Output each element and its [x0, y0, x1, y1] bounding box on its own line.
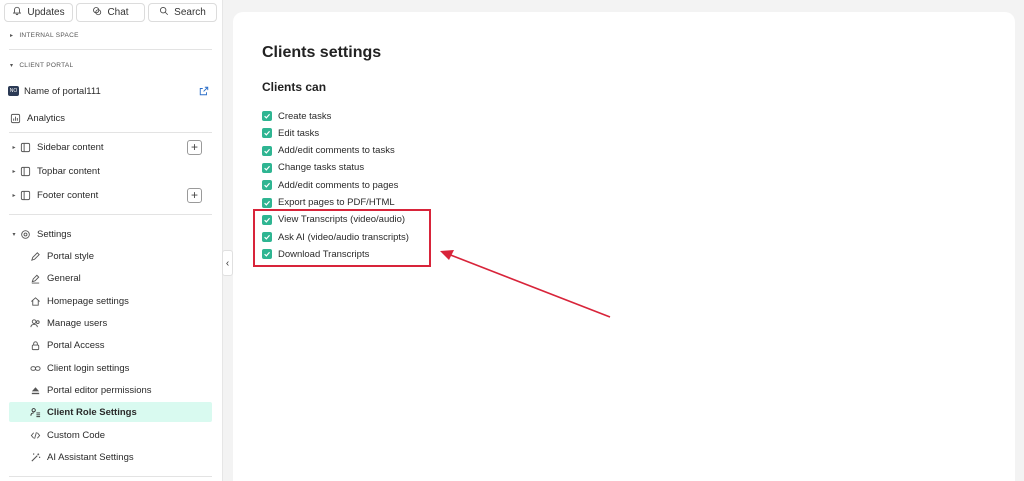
permission-checkbox-row[interactable]: Add/edit comments to tasks [262, 143, 395, 159]
sidebar-item-sidebar-content[interactable]: ▸ Sidebar content + [9, 137, 212, 157]
annotation-arrow-icon [440, 250, 611, 318]
lock-icon [29, 339, 41, 351]
internal-space-toggle[interactable]: ▸ INTERNAL SPACE [10, 32, 79, 39]
sidebar-item-label: Portal style [47, 250, 94, 262]
topbar-content-label: Topbar content [37, 165, 100, 177]
sidebar-item-ai-assistant-settings[interactable]: AI Assistant Settings [9, 447, 212, 467]
sidebar-item-label: Homepage settings [47, 295, 129, 307]
internal-space-label: INTERNAL SPACE [19, 32, 79, 39]
footer-content-label: Footer content [37, 189, 99, 201]
permission-label: Change tasks status [278, 162, 365, 174]
divider [9, 49, 212, 50]
divider [9, 132, 212, 133]
top-buttons: Updates Chat Search [4, 3, 217, 22]
add-footer-content-button[interactable]: + [187, 187, 202, 203]
sidebar: Updates Chat Search ▸ INTERNAL SPACE ▾ C… [0, 0, 223, 481]
permission-label: Edit tasks [278, 127, 320, 139]
user-roles-icon [29, 406, 41, 418]
client-portal-label: CLIENT PORTAL [19, 62, 74, 69]
caret-right-icon: ▸ [10, 33, 14, 39]
permission-label: Add/edit comments to pages [278, 179, 399, 191]
edit-icon [29, 272, 41, 284]
layout-icon [19, 165, 31, 177]
sidebar-item-general[interactable]: General [9, 268, 212, 288]
sidebar-content-label: Sidebar content [37, 141, 104, 153]
chat-button[interactable]: Chat [76, 3, 145, 22]
chevron-left-icon: ‹ [225, 257, 230, 269]
eject-icon [29, 384, 41, 396]
caret-right-icon: ▸ [12, 144, 16, 151]
caret-down-icon: ▾ [10, 63, 14, 69]
add-sidebar-content-button[interactable]: + [187, 139, 202, 155]
caret-right-icon: ▸ [12, 192, 16, 199]
sidebar-item-label: General [47, 272, 81, 284]
code-icon [29, 429, 41, 441]
portal-name-item[interactable]: NO Name of portal111 [8, 81, 211, 101]
divider [9, 476, 212, 477]
bell-icon [12, 6, 22, 19]
external-link-icon[interactable] [199, 86, 209, 96]
permission-checkbox-row[interactable]: Create tasks [262, 108, 331, 124]
analytics-label: Analytics [27, 112, 66, 124]
magic-wand-icon [29, 451, 41, 463]
search-label: Search [174, 7, 206, 18]
permission-label: Export pages to PDF/HTML [278, 197, 395, 208]
sidebar-item-label: AI Assistant Settings [47, 451, 134, 463]
client-portal-toggle[interactable]: ▾ CLIENT PORTAL [10, 62, 73, 69]
portal-badge: NO [8, 86, 19, 96]
updates-button[interactable]: Updates [4, 3, 73, 22]
sidebar-item-homepage-settings[interactable]: Homepage settings [9, 291, 212, 311]
sidebar-item-label: Portal editor permissions [47, 384, 152, 396]
updates-label: Updates [27, 7, 65, 18]
checkbox-checked-icon[interactable] [262, 128, 272, 139]
sidebar-item-portal-access[interactable]: Portal Access [9, 335, 212, 355]
sidebar-item-label: Portal Access [47, 339, 105, 351]
sidebar-item-client-login-settings[interactable]: Client login settings [9, 358, 212, 378]
settings-label: Settings [37, 228, 72, 240]
sidebar-item-label: Client login settings [47, 362, 130, 374]
chat-icon [92, 6, 102, 19]
annotation-highlight-box [253, 209, 431, 267]
checkbox-checked-icon[interactable] [262, 162, 272, 173]
sidebar-item-label: Custom Code [47, 429, 106, 441]
permission-checkbox-row[interactable]: Change tasks status [262, 160, 364, 176]
checkbox-checked-icon[interactable] [262, 111, 272, 121]
checkbox-checked-icon[interactable] [262, 180, 272, 191]
chat-label: Chat [107, 7, 129, 18]
sidebar-item-label: Manage users [47, 317, 108, 329]
portal-name-label: Name of portal111 [24, 85, 101, 97]
collapse-sidebar-button[interactable]: ‹ [222, 250, 233, 276]
sidebar-item-custom-code[interactable]: Custom Code [9, 425, 212, 445]
pencil-icon [29, 250, 41, 262]
section-title: Clients can [262, 80, 327, 94]
link-icon [29, 362, 41, 374]
sidebar-item-portal-style[interactable]: Portal style [9, 246, 212, 266]
sidebar-item-analytics[interactable]: Analytics [9, 108, 212, 128]
sidebar-item-footer-content[interactable]: ▸ Footer content + [9, 185, 212, 205]
checkbox-checked-icon[interactable] [262, 197, 272, 208]
permission-label: Add/edit comments to tasks [278, 145, 395, 157]
checkbox-checked-icon[interactable] [262, 145, 272, 156]
divider [9, 214, 212, 215]
sidebar-item-client-role-settings[interactable]: Client Role Settings [9, 402, 212, 422]
permission-label: Create tasks [278, 110, 332, 122]
permission-checkbox-row[interactable]: Edit tasks [262, 125, 319, 141]
chart-icon [9, 112, 21, 124]
gear-icon [19, 228, 31, 240]
search-button[interactable]: Search [148, 3, 217, 22]
sidebar-item-settings[interactable]: ▾ Settings [9, 224, 212, 244]
sidebar-item-portal-editor-permissions[interactable]: Portal editor permissions [9, 380, 212, 400]
page-title: Clients settings [262, 44, 382, 61]
permission-checkbox-row[interactable]: Add/edit comments to pages [262, 177, 398, 193]
users-icon [29, 317, 41, 329]
layout-icon [19, 141, 31, 153]
layout-icon [19, 189, 31, 201]
caret-right-icon: ▸ [12, 168, 16, 175]
home-icon [29, 295, 41, 307]
caret-down-icon: ▾ [12, 231, 16, 238]
search-icon [159, 6, 169, 19]
sidebar-item-manage-users[interactable]: Manage users [9, 313, 212, 333]
sidebar-item-label: Client Role Settings [47, 406, 137, 418]
sidebar-item-topbar-content[interactable]: ▸ Topbar content [9, 161, 212, 181]
